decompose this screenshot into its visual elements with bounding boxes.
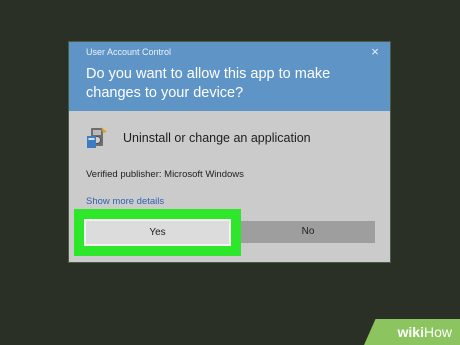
app-name: Uninstall or change an application: [123, 131, 311, 145]
watermark-wiki: wiki: [397, 324, 424, 340]
dialog-header: User Account Control × Do you want to al…: [69, 42, 390, 111]
app-row: Uninstall or change an application: [86, 126, 376, 150]
close-icon[interactable]: ×: [368, 45, 382, 59]
yes-button[interactable]: Yes: [84, 219, 231, 246]
show-more-details-link[interactable]: Show more details: [86, 196, 164, 207]
no-button[interactable]: No: [241, 221, 375, 243]
wikihow-watermark: wikiHow: [364, 319, 460, 345]
dialog-question: Do you want to allow this app to make ch…: [86, 66, 331, 101]
dialog-title: User Account Control: [86, 47, 172, 57]
watermark-how: How: [423, 324, 452, 340]
verified-publisher: Verified publisher: Microsoft Windows: [86, 169, 244, 180]
control-panel-program-icon: [87, 127, 107, 148]
